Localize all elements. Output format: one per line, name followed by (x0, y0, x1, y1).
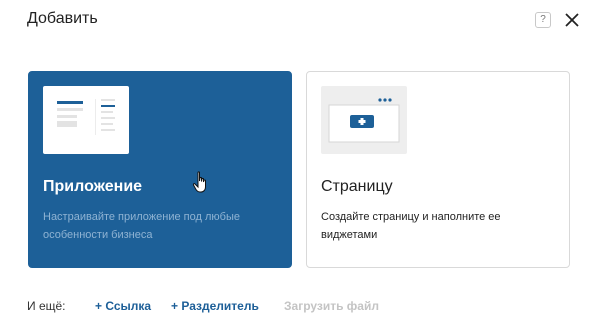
close-icon[interactable] (563, 11, 581, 29)
help-button[interactable]: ? (535, 12, 551, 28)
application-card-description: Настраивайте приложение под любые особен… (43, 211, 240, 241)
footer-actions: И ещё: + Ссылка + Разделитель Загрузить … (27, 299, 379, 313)
add-application-card[interactable]: Приложение Настраивайте приложение под л… (28, 71, 292, 268)
add-link-button[interactable]: + Ссылка (95, 299, 151, 313)
application-card-title: Приложение (43, 178, 143, 195)
add-page-card[interactable]: Страницу Создайте страницу и наполните е… (306, 71, 570, 268)
add-divider-button[interactable]: + Разделитель (171, 299, 259, 313)
dialog-title: Добавить (27, 10, 98, 27)
page-preview-icon (321, 86, 407, 154)
footer-label: И ещё: (27, 299, 66, 313)
upload-file-button[interactable]: Загрузить файл (284, 299, 379, 313)
page-card-title: Страницу (321, 178, 393, 195)
hand-cursor-icon (192, 171, 206, 193)
application-preview-icon (43, 86, 129, 154)
page-card-description: Создайте страницу и наполните ее виджета… (321, 211, 501, 241)
